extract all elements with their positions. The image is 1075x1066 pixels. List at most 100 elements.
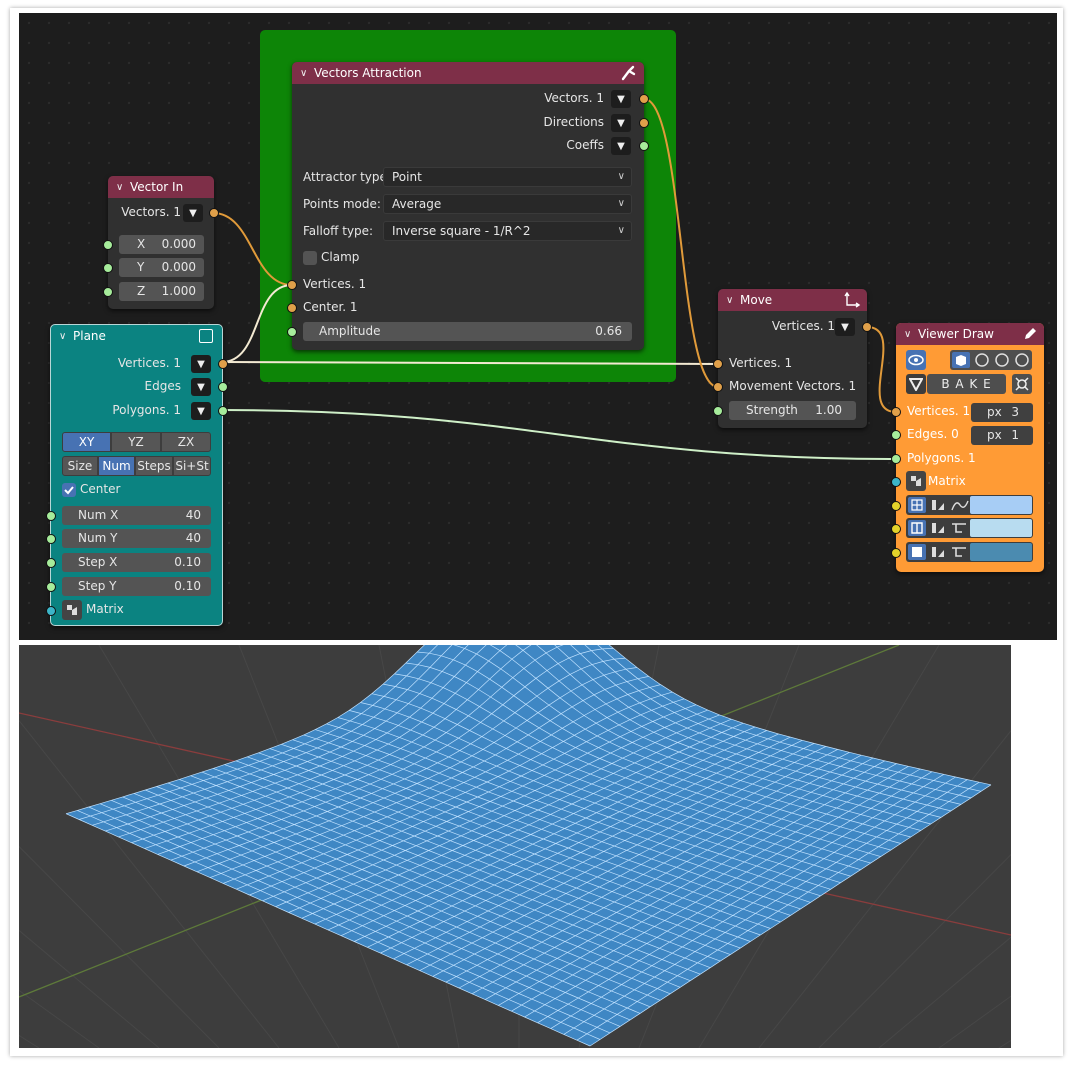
socket-x-in[interactable] [103, 240, 113, 250]
input-label-center: Center. 1 [303, 300, 358, 314]
checkmark-icon [64, 486, 74, 495]
plane-node[interactable]: ∨ Plane Vertices. 1 ▼ Edges ▼ Polygons. … [46, 324, 228, 626]
mode-steps-button[interactable]: Steps [135, 456, 173, 476]
mode-num-button[interactable]: Num [98, 456, 135, 476]
plane-zx-button[interactable]: ZX [161, 432, 211, 452]
move-node[interactable]: ∨ Move Vertices. 1 ▼ Vertices. 1 Movemen… [713, 289, 872, 428]
socket-movement-vectors-in[interactable] [713, 382, 723, 392]
y-field[interactable]: Y 0.000 [119, 258, 204, 277]
socket-polygons-in[interactable] [891, 454, 901, 464]
node-editor[interactable]: ∨ Vectors Attraction Vectors. 1 ▼ Direct… [19, 13, 1057, 640]
socket-edges-out[interactable] [218, 382, 228, 392]
points-mode-select[interactable]: Average ∨ [383, 194, 632, 214]
center-checkbox[interactable] [62, 483, 76, 497]
socket-vertex-color-in[interactable] [891, 501, 901, 511]
collapse-chevron-icon[interactable]: ∨ [116, 182, 130, 193]
step-x-field[interactable]: Step X 0.10 [62, 553, 211, 572]
plane-header[interactable]: ∨ Plane [51, 325, 222, 347]
attractor-type-select[interactable]: Point ∨ [383, 167, 632, 187]
node-title: Viewer Draw [918, 327, 994, 341]
step-y-field[interactable]: Step Y 0.10 [62, 577, 211, 596]
socket-coeffs-out[interactable] [639, 141, 649, 151]
socket-num-x-in[interactable] [46, 511, 56, 521]
collapse-chevron-icon[interactable]: ∨ [300, 68, 314, 79]
vectors-dropdown[interactable]: ▼ [183, 204, 203, 222]
eye-icon[interactable] [906, 350, 926, 370]
face-color-swatch[interactable] [970, 543, 1032, 561]
mode-sist-button[interactable]: Si+St [173, 456, 211, 476]
plane-xy-button[interactable]: XY [62, 432, 111, 452]
bake-button[interactable]: B A K E [927, 374, 1006, 394]
pencil-icon[interactable] [1022, 326, 1038, 342]
socket-edges-in[interactable] [891, 430, 901, 440]
socket-vectors-out[interactable] [209, 208, 219, 218]
vertices-dropdown[interactable]: ▼ [191, 355, 211, 373]
edges-dropdown[interactable]: ▼ [191, 378, 211, 396]
viewer-draw-header[interactable]: ∨ Viewer Draw [896, 323, 1044, 345]
edge-color-swatch[interactable] [970, 519, 1032, 537]
socket-y-in[interactable] [103, 263, 113, 273]
edge-width-field[interactable]: px 1 [971, 426, 1033, 445]
collapse-chevron-icon[interactable]: ∨ [726, 295, 740, 306]
socket-num-y-in[interactable] [46, 534, 56, 544]
z-field[interactable]: Z 1.000 [119, 282, 204, 301]
floor-grid-line [998, 1039, 1011, 1048]
polygons-dropdown[interactable]: ▼ [191, 402, 211, 420]
vectors-attraction-node[interactable]: ∨ Vectors Attraction Vectors. 1 ▼ Direct… [287, 62, 649, 350]
coeffs-dropdown[interactable]: ▼ [611, 137, 631, 155]
vertex-color-swatch[interactable] [970, 496, 1032, 514]
socket-vectors-out[interactable] [639, 94, 649, 104]
socket-edge-color-in[interactable] [891, 524, 901, 534]
viewer-draw-node[interactable]: ∨ Viewer Draw B A K E Vertices. 1 px 3 E… [891, 323, 1044, 572]
vectors-dropdown[interactable]: ▼ [611, 90, 631, 108]
socket-step-x-in[interactable] [46, 558, 56, 568]
num-x-field[interactable]: Num X 40 [62, 506, 211, 525]
socket-step-y-in[interactable] [46, 582, 56, 592]
socket-vertices-in[interactable] [713, 359, 723, 369]
output-label-vertices: Vertices. 1 [117, 356, 181, 370]
vertex-color-row[interactable] [906, 495, 1033, 515]
socket-polygons-out[interactable] [218, 406, 228, 416]
triangle-down-icon[interactable] [906, 374, 926, 394]
vector-in-node[interactable]: ∨ Vector In Vectors. 1 ▼ X 0.000 Y 0.000… [103, 176, 219, 309]
socket-strength-in[interactable] [713, 406, 723, 416]
output-label-coeffs: Coeffs [566, 138, 604, 152]
vertex-size-field[interactable]: px 3 [971, 403, 1033, 422]
edge-color-row[interactable] [906, 518, 1033, 538]
amplitude-field[interactable]: Amplitude 0.66 [303, 322, 632, 341]
socket-amplitude-in[interactable] [287, 327, 297, 337]
socket-directions-out[interactable] [639, 118, 649, 128]
socket-vertices-out[interactable] [862, 322, 872, 332]
x-field[interactable]: X 0.000 [119, 235, 204, 254]
plane-yz-button[interactable]: YZ [111, 432, 161, 452]
clamp-checkbox[interactable] [303, 251, 317, 265]
directions-dropdown[interactable]: ▼ [611, 114, 631, 132]
mode-size-button[interactable]: Size [62, 456, 98, 476]
falloff-type-value: Inverse square - 1/R^2 [392, 224, 531, 238]
socket-center-in[interactable] [287, 303, 297, 313]
vectors-attraction-header[interactable]: ∨ Vectors Attraction [292, 62, 644, 84]
socket-matrix-in[interactable] [891, 477, 901, 487]
draw-mode-toggles[interactable] [950, 350, 1032, 370]
falloff-type-select[interactable]: Inverse square - 1/R^2 ∨ [383, 221, 632, 241]
strength-field[interactable]: Strength 1.00 [729, 401, 856, 420]
face-color-row[interactable] [906, 542, 1033, 562]
output-label-vertices: Vertices. 1 [771, 319, 835, 333]
socket-matrix-in[interactable] [46, 606, 56, 616]
collapse-chevron-icon[interactable]: ∨ [59, 331, 73, 342]
vector-in-header[interactable]: ∨ Vector In [108, 176, 214, 198]
vertices-dropdown[interactable]: ▼ [835, 318, 855, 336]
preview-toggle-icon[interactable] [199, 329, 213, 343]
socket-z-in[interactable] [103, 287, 113, 297]
socket-vertices-in[interactable] [891, 407, 901, 417]
hook-icon[interactable] [1012, 374, 1032, 394]
move-header[interactable]: ∨ Move [718, 289, 867, 311]
socket-face-color-in[interactable] [891, 548, 901, 558]
num-y-field[interactable]: Num Y 40 [62, 529, 211, 548]
shading-modes-icon [952, 352, 1029, 368]
collapse-chevron-icon[interactable]: ∨ [904, 329, 918, 340]
output-label-directions: Directions [543, 115, 604, 129]
viewport-3d[interactable] [19, 645, 1011, 1048]
socket-vertices-out[interactable] [218, 359, 228, 369]
socket-vertices-in[interactable] [287, 280, 297, 290]
